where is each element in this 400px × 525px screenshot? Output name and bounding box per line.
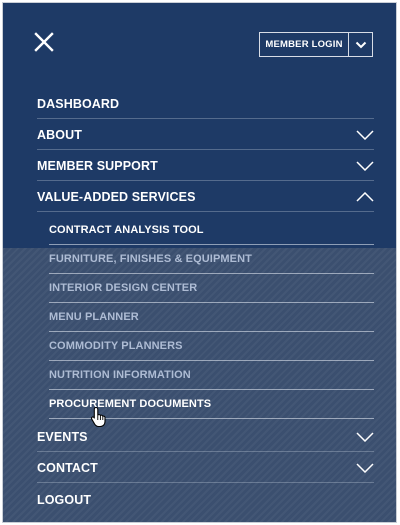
menu-item-label: ABOUT xyxy=(37,127,82,142)
submenu-item-interior-design-center[interactable]: INTERIOR DESIGN CENTER xyxy=(49,274,374,303)
submenu-item-furniture-finishes-equipment[interactable]: FURNITURE, FINISHES & EQUIPMENT xyxy=(49,245,374,274)
menu-item-about[interactable]: ABOUT xyxy=(37,120,374,150)
submenu-item-label: COMMODITY PLANNERS xyxy=(49,340,183,352)
member-login-group: MEMBER LOGIN xyxy=(259,32,373,57)
submenu-item-label: MENU PLANNER xyxy=(49,311,139,323)
close-icon xyxy=(34,32,54,52)
mobile-menu-panel: MEMBER LOGIN DASHBOARD ABOUT MEMBER SUPP… xyxy=(3,3,396,522)
menu-item-member-support[interactable]: MEMBER SUPPORT xyxy=(37,151,374,181)
chevron-down-icon xyxy=(355,41,366,48)
chevron-down-icon xyxy=(356,160,374,171)
menu-item-value-added-services[interactable]: VALUE-ADDED SERVICES xyxy=(37,182,374,212)
chevron-up-icon xyxy=(356,191,374,202)
menu-item-contact[interactable]: CONTACT xyxy=(37,453,374,483)
submenu-item-label: INTERIOR DESIGN CENTER xyxy=(49,282,198,294)
submenu-item-label: CONTRACT ANALYSIS TOOL xyxy=(49,224,204,236)
member-login-dropdown-button[interactable] xyxy=(349,33,372,56)
chevron-down-icon xyxy=(356,129,374,140)
member-login-button[interactable]: MEMBER LOGIN xyxy=(260,33,349,56)
submenu-item-menu-planner[interactable]: MENU PLANNER xyxy=(49,303,374,332)
menu-item-events[interactable]: EVENTS xyxy=(37,422,374,452)
menu-item-label: CONTACT xyxy=(37,460,98,475)
menu-item-logout[interactable]: LOGOUT xyxy=(37,485,374,515)
close-menu-button[interactable] xyxy=(33,31,55,53)
menu-item-label: DASHBOARD xyxy=(37,96,120,111)
submenu-item-label: PROCUREMENT DOCUMENTS xyxy=(49,398,212,410)
submenu-item-contract-analysis-tool[interactable]: CONTRACT ANALYSIS TOOL xyxy=(49,216,374,245)
submenu-item-label: FURNITURE, FINISHES & EQUIPMENT xyxy=(49,253,252,265)
submenu-item-commodity-planners[interactable]: COMMODITY PLANNERS xyxy=(49,332,374,361)
submenu-item-nutrition-information[interactable]: NUTRITION INFORMATION xyxy=(49,361,374,390)
menu-item-label: LOGOUT xyxy=(37,493,92,507)
menu-item-dashboard[interactable]: DASHBOARD xyxy=(37,89,374,119)
submenu-item-label: NUTRITION INFORMATION xyxy=(49,369,191,381)
chevron-down-icon xyxy=(356,462,374,473)
hand-pointer-icon xyxy=(90,406,106,428)
menu-item-label: EVENTS xyxy=(37,429,88,444)
menu-item-label: MEMBER SUPPORT xyxy=(37,158,158,173)
chevron-down-icon xyxy=(356,431,374,442)
menu-item-label: VALUE-ADDED SERVICES xyxy=(37,189,196,204)
